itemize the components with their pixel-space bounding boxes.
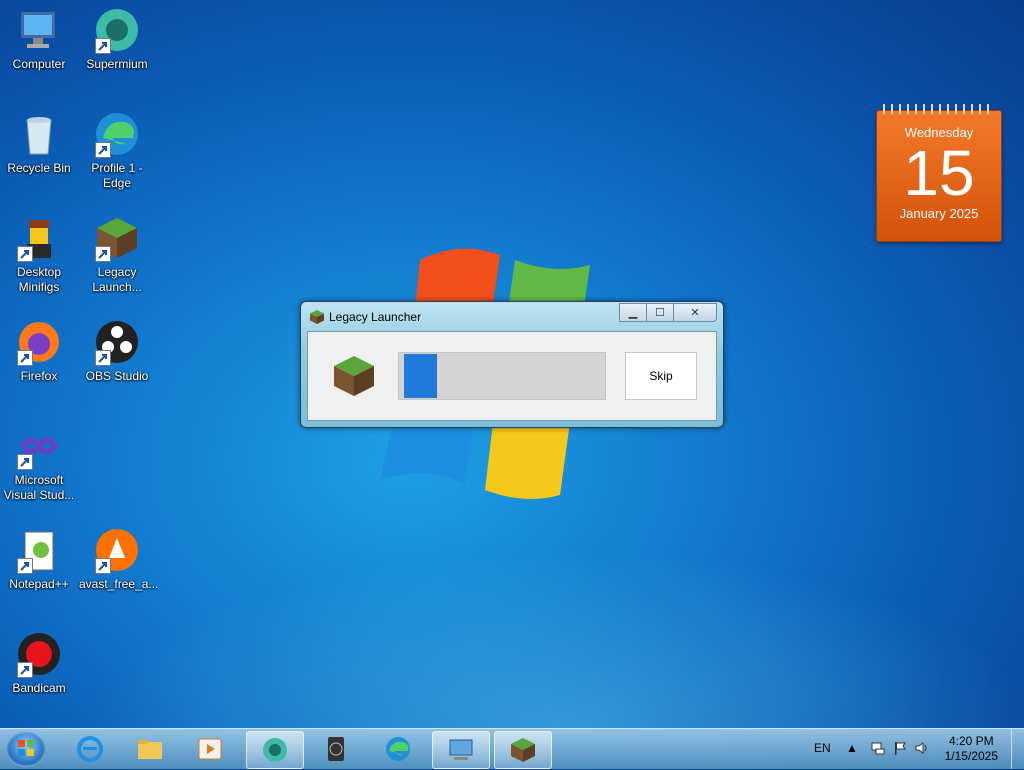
- shortcut-arrow-icon: [98, 562, 107, 571]
- internet-explorer-icon: [77, 736, 103, 762]
- desktop-icon-label: OBS Studio: [85, 369, 149, 383]
- taskbar-wiiu-sd[interactable]: [308, 731, 364, 767]
- show-desktop-button[interactable]: [1011, 729, 1024, 769]
- desktop-icon-label: Firefox: [20, 369, 58, 383]
- minimize-button[interactable]: ▁: [619, 303, 647, 322]
- desktop-icon-edge[interactable]: Profile 1 - Edge: [79, 110, 155, 191]
- desktop-icon-minifigs[interactable]: Desktop Minifigs: [1, 214, 77, 295]
- remote-desktop-icon: [449, 739, 473, 760]
- desktop-icon-label: Microsoft Visual Stud...: [3, 473, 75, 502]
- calendar-day: 15: [903, 137, 975, 209]
- desktop-icon-label: Supermium: [86, 57, 148, 71]
- desktop-icon-recycle-bin[interactable]: Recycle Bin: [1, 110, 77, 176]
- desktop-icon-bandicam[interactable]: Bandicam: [1, 630, 77, 696]
- taskbar-remote-desktop[interactable]: [432, 731, 490, 769]
- start-button[interactable]: [6, 731, 46, 767]
- window-title: Legacy Launcher: [329, 310, 422, 324]
- shortcut-arrow-icon: [20, 562, 29, 571]
- taskbar: EN ▲ 4:20 PM 1/15/2025: [0, 728, 1024, 769]
- shortcut-arrow-icon: [98, 42, 107, 51]
- desktop-icon-label: Bandicam: [12, 681, 66, 695]
- desktop-icon-supermium[interactable]: Supermium: [79, 6, 155, 72]
- progress-bar: [398, 352, 606, 400]
- legacy-launcher-window: Legacy Launcher ▁ ☐ ✕ Skip: [300, 301, 724, 428]
- show-hidden-icons-button[interactable]: ▲: [846, 741, 858, 755]
- taskbar-file-explorer[interactable]: [122, 731, 178, 767]
- desktop-icon-firefox[interactable]: Firefox: [1, 318, 77, 384]
- shortcut-arrow-icon: [20, 666, 29, 675]
- desktop-icon-computer[interactable]: Computer: [1, 6, 77, 72]
- desktop-icon-avast[interactable]: avast_free_a...: [79, 526, 159, 592]
- desktop-icon-label: avast_free_a...: [79, 577, 159, 591]
- shortcut-arrow-icon: [98, 146, 107, 155]
- recycle-bin-icon: [26, 117, 52, 155]
- calendar-rings: [883, 104, 995, 114]
- supermium-icon: [263, 738, 287, 762]
- desktop-icon-legacy-launcher[interactable]: Legacy Launch...: [79, 214, 155, 295]
- taskbar-internet-explorer[interactable]: [62, 731, 118, 767]
- folder-icon: [138, 740, 162, 759]
- grass-block-icon: [310, 310, 324, 324]
- clock-time: 4:20 PM: [948, 734, 994, 748]
- clock-date: 1/15/2025: [944, 749, 998, 763]
- desktop-icon-visual-studio[interactable]: Microsoft Visual Stud...: [1, 422, 77, 503]
- taskbar-edge[interactable]: [370, 731, 426, 767]
- wiiu-sd-icon: [328, 737, 344, 761]
- windows-logo-icon: [18, 740, 34, 756]
- progress-fill: [404, 354, 437, 398]
- volume-icon[interactable]: [914, 740, 930, 756]
- edge-icon: [386, 737, 410, 761]
- shortcut-arrow-icon: [98, 250, 107, 259]
- shortcut-arrow-icon: [20, 458, 29, 467]
- desktop-icon-obs[interactable]: OBS Studio: [79, 318, 155, 384]
- desktop-icon-label: Recycle Bin: [7, 161, 71, 175]
- desktop-icon-label: Legacy Launch...: [92, 265, 142, 294]
- shortcut-arrow-icon: [20, 250, 29, 259]
- media-player-icon: [198, 738, 222, 760]
- language-indicator[interactable]: EN: [814, 741, 831, 755]
- calendar-gadget[interactable]: Wednesday 15 January 2025: [876, 104, 1002, 242]
- desktop-icon-notepadpp[interactable]: Notepad++: [1, 526, 77, 592]
- close-button[interactable]: ✕: [673, 303, 717, 322]
- computer-icon: [21, 12, 55, 48]
- window-controls: ▁ ☐ ✕: [619, 303, 717, 322]
- network-icon[interactable]: [870, 740, 886, 756]
- action-center-flag-icon[interactable]: [892, 740, 908, 756]
- desktop: Computer Supermium Recycle Bin Profile 1…: [0, 0, 1024, 728]
- grass-block-icon: [511, 738, 535, 762]
- dialog-body: Skip: [307, 331, 717, 421]
- clock[interactable]: 4:20 PM 1/15/2025: [945, 734, 998, 764]
- shortcut-arrow-icon: [20, 354, 29, 363]
- grass-block-icon: [334, 356, 374, 396]
- desktop-icon-label: Computer: [12, 57, 66, 71]
- skip-button[interactable]: Skip: [625, 352, 697, 400]
- maximize-button[interactable]: ☐: [646, 303, 674, 322]
- taskbar-media-player[interactable]: [182, 731, 238, 767]
- desktop-icon-label: Profile 1 - Edge: [91, 161, 143, 190]
- calendar-month-year: January 2025: [899, 206, 979, 221]
- desktop-icon-label: Desktop Minifigs: [16, 265, 62, 294]
- taskbar-supermium[interactable]: [246, 731, 304, 769]
- desktop-icon-label: Notepad++: [9, 577, 69, 591]
- shortcut-arrow-icon: [98, 354, 107, 363]
- taskbar-legacy-launcher[interactable]: [494, 731, 552, 769]
